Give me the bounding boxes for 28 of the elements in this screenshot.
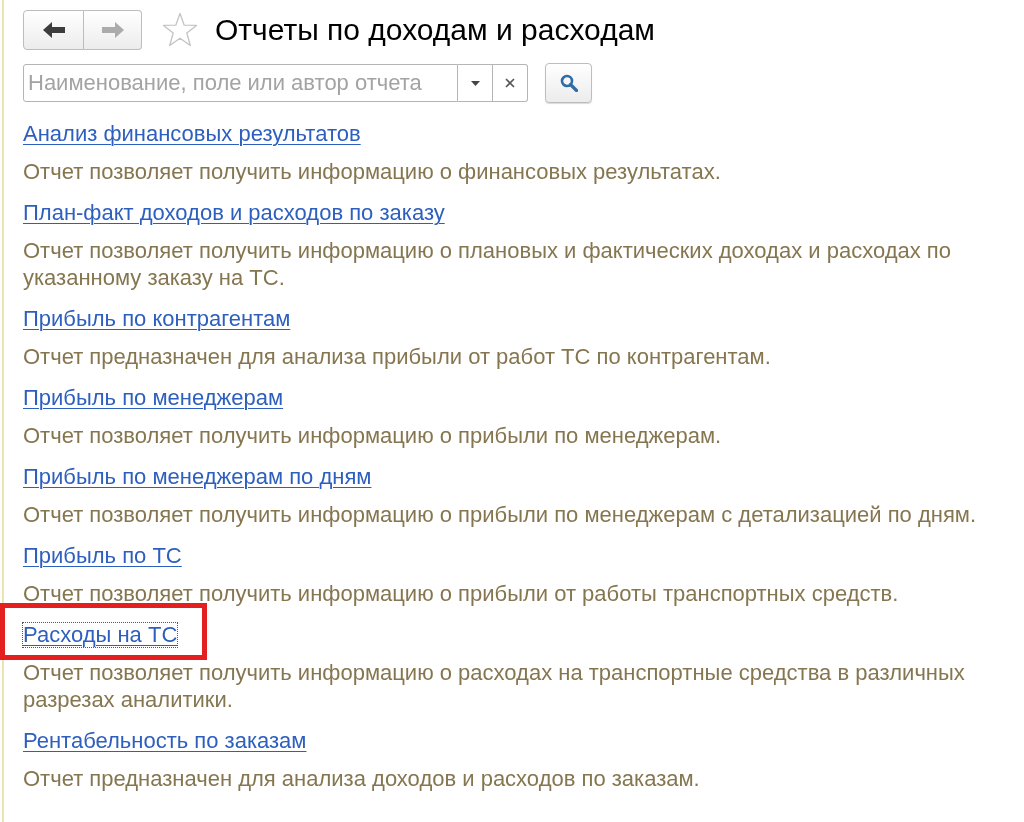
search-icon bbox=[559, 74, 578, 92]
dropdown-button[interactable] bbox=[458, 64, 493, 102]
right-arrow-icon bbox=[101, 22, 124, 38]
caret-down-icon bbox=[470, 80, 480, 86]
report-description: Отчет позволяет получить информацию о расходах на транспортные средства в различных разрезах аналитики. bbox=[23, 659, 966, 713]
report-description: Отчет позволяет получить информацию о финансовых результатах. bbox=[23, 158, 721, 185]
clear-button[interactable] bbox=[493, 64, 528, 102]
report-link[interactable]: Рентабельность по заказам bbox=[23, 729, 307, 753]
close-icon bbox=[505, 78, 515, 88]
report-link[interactable]: Анализ финансовых результатов bbox=[23, 122, 361, 146]
report-link[interactable]: Прибыль по контрагентам bbox=[23, 307, 291, 331]
star-icon[interactable] bbox=[162, 12, 198, 48]
left-arrow-icon bbox=[42, 22, 65, 38]
report-description: Отчет предназначен для анализа доходов и расходов по заказам. bbox=[23, 765, 700, 792]
report-description: Отчет позволяет получить информацию о прибыли по менеджерам с детализацией по дням. bbox=[23, 501, 977, 528]
report-link[interactable]: Прибыль по ТС bbox=[23, 544, 182, 568]
report-description: Отчет позволяет получить информацию о прибыли от работы транспортных средств. bbox=[23, 580, 899, 607]
report-link[interactable]: План-факт доходов и расходов по заказу bbox=[23, 201, 445, 225]
search-button[interactable] bbox=[545, 63, 592, 103]
report-description: Отчет позволяет получить информацию о прибыли по менеджерам. bbox=[23, 422, 722, 449]
report-link[interactable]: Прибыль по менеджерам по дням bbox=[23, 465, 372, 489]
report-link[interactable]: Расходы на ТС bbox=[23, 623, 178, 647]
report-link[interactable]: Прибыль по менеджерам bbox=[23, 386, 284, 410]
report-description: Отчет предназначен для анализа прибыли от работ ТС по контрагентам. bbox=[23, 343, 771, 370]
page-title: Отчеты по доходам и расходам bbox=[215, 12, 655, 48]
report-description: Отчет позволяет получить информацию о плановых и фактических доходах и расходах по указанному заказу на ТС. bbox=[23, 237, 952, 291]
back-button[interactable] bbox=[23, 10, 84, 50]
search-field[interactable]: Наименование, поле или автор отчета bbox=[23, 64, 458, 102]
